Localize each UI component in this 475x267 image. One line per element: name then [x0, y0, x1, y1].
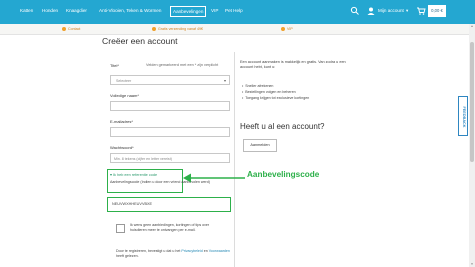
shipping-icon	[152, 26, 156, 31]
login-button[interactable]: Aanmelden	[243, 139, 277, 152]
privacy-note: Door te registreren, bevestigt u dat u h…	[116, 249, 231, 259]
referral-code-input[interactable]: NEUVWXHHEUVVBXE	[107, 197, 231, 212]
nav-item-knaagdier[interactable]: Knaagdier	[66, 8, 87, 13]
promo-shipping[interactable]: Gratis verzending vanaf 49€	[158, 27, 203, 31]
privacy-suffix: heeft gelezen.	[116, 254, 139, 258]
feedback-label: FEEDBACK	[462, 106, 466, 128]
scroll-thumb[interactable]	[470, 42, 474, 162]
privacy-link[interactable]: Privacybeleid	[181, 249, 202, 253]
referral-toggle-label: Ik heb een referentie code	[112, 173, 158, 177]
email-input[interactable]	[110, 127, 230, 137]
chevron-down-icon: ▾	[223, 78, 226, 83]
feedback-tab[interactable]: FEEDBACK	[458, 96, 468, 136]
promo-contact[interactable]: Contact	[68, 27, 80, 31]
promo-vip[interactable]: VIP	[287, 27, 293, 31]
fullname-label: Volledige naam*	[110, 93, 139, 98]
contact-icon	[62, 26, 66, 31]
cart-icon[interactable]	[416, 6, 426, 16]
benefit-item: Sneller afrekenen	[242, 84, 273, 88]
title-select[interactable]: Selecteer ▾	[110, 75, 230, 85]
nav-item-anti-vlooien[interactable]: Anti-Vlooien, Teken & Wormen	[99, 8, 161, 13]
password-placeholder: Min. 8 tekens (cijfer en letter vereist)	[114, 157, 172, 161]
nav-item-vip[interactable]: VIP	[211, 8, 218, 13]
login-heading: Heeft u al een account?	[240, 122, 325, 131]
email-label: E-mailadres*	[110, 119, 133, 124]
promo-bar: Contact Gratis verzending vanaf 49€ VIP	[0, 24, 475, 35]
fullname-input[interactable]	[110, 101, 230, 111]
required-note: Velden gemarkeerd met een * zijn verplic…	[146, 63, 219, 67]
scroll-up-icon[interactable]: ▴	[469, 24, 475, 29]
nav-item-aanbevelingen[interactable]: Aanbevelingen	[170, 6, 207, 17]
referral-toggle[interactable]: ▾ Ik heb een referentie code	[110, 172, 157, 177]
privacy-and: en	[203, 249, 208, 253]
annotation-arrow	[183, 173, 245, 183]
user-icon[interactable]	[366, 6, 376, 16]
scroll-down-icon[interactable]: ▾	[469, 262, 475, 267]
consent-text: Ik wens geen aanbiedingen, kortingen of …	[130, 223, 210, 232]
privacy-prefix: Door te registreren, bevestigt u dat u h…	[116, 249, 181, 253]
benefit-item: Toegang krijgen tot exclusieve kortingen	[242, 96, 309, 100]
scrollbar[interactable]: ▴ ▾	[469, 24, 475, 267]
vip-icon	[281, 26, 285, 31]
nav-item-katten[interactable]: Katten	[20, 8, 33, 13]
search-icon[interactable]	[350, 6, 360, 16]
account-intro: Een account aanmaken is makkelijk en gra…	[240, 60, 346, 69]
nav-item-pet-help[interactable]: Pet Help	[225, 8, 243, 13]
consent-checkbox[interactable]	[116, 224, 125, 233]
title-label: Titel*	[110, 63, 119, 68]
terms-link[interactable]: Voorwaarden	[209, 249, 230, 253]
top-nav: Katten Honden Knaagdier Anti-Vlooien, Te…	[0, 0, 475, 24]
benefit-item: Bestellingen volgen en beheren	[242, 90, 295, 94]
title-select-value: Selecteer	[116, 79, 132, 83]
password-label: Wachtwoord*	[110, 145, 134, 150]
chevron-down-icon: ▾	[406, 8, 409, 13]
password-input[interactable]: Min. 8 tekens (cijfer en letter vereist)	[110, 153, 230, 163]
cart-total[interactable]: 0,00 €	[428, 5, 446, 17]
page-title: Creëer een account	[102, 36, 178, 46]
annotation-label: Aanbevelingscode	[247, 170, 320, 179]
nav-item-honden[interactable]: Honden	[42, 8, 58, 13]
account-link[interactable]: Mijn account	[378, 8, 404, 13]
